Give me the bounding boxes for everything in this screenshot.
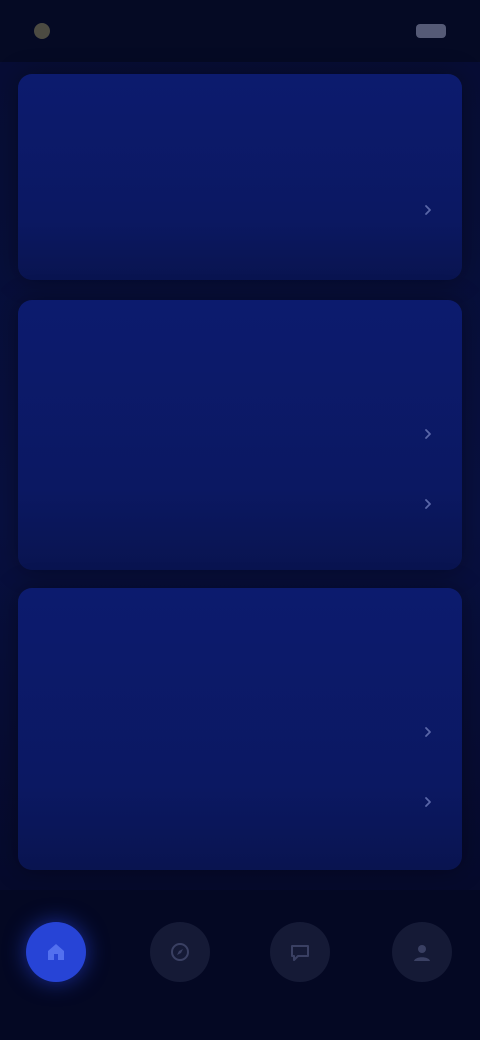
- settings-row[interactable]: [18, 704, 462, 760]
- battery-icon: [416, 24, 446, 38]
- settings-section-3: [18, 588, 462, 870]
- status-indicator-icon: [34, 23, 50, 39]
- chevron-right-icon: [420, 794, 436, 810]
- nav-explore-button[interactable]: [150, 922, 210, 982]
- settings-row[interactable]: [18, 774, 462, 830]
- chevron-right-icon: [420, 724, 436, 740]
- nav-profile-button[interactable]: [392, 922, 452, 982]
- status-bar: [0, 0, 480, 62]
- settings-row[interactable]: [18, 476, 462, 532]
- chat-icon: [291, 945, 309, 961]
- settings-row[interactable]: [18, 406, 462, 462]
- settings-section-2: [18, 300, 462, 570]
- status-left: [34, 23, 58, 39]
- profile-icon: [414, 945, 430, 961]
- nav-home-button[interactable]: [26, 922, 86, 982]
- settings-screen: [0, 0, 480, 1040]
- compass-icon: [171, 943, 189, 961]
- settings-row[interactable]: [18, 182, 462, 238]
- settings-section-1: [18, 74, 462, 280]
- home-icon: [48, 944, 64, 960]
- status-right: [408, 24, 446, 38]
- chevron-right-icon: [420, 202, 436, 218]
- nav-messages-button[interactable]: [270, 922, 330, 982]
- chevron-right-icon: [420, 496, 436, 512]
- chevron-right-icon: [420, 426, 436, 442]
